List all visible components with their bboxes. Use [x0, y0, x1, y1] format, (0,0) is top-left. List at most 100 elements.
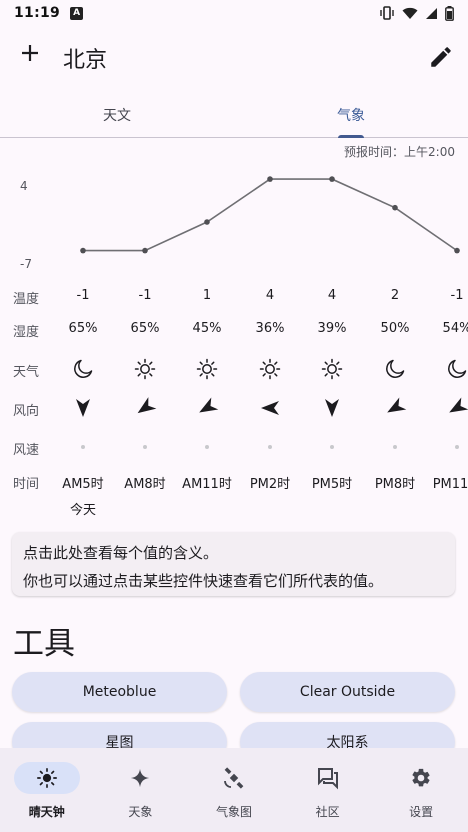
- nav-pill: [295, 762, 361, 794]
- nav-item-community[interactable]: 社区: [281, 748, 375, 832]
- sun-icon: [239, 357, 301, 381]
- wind-speed-dot: [268, 445, 272, 449]
- row-label-time: 时间: [13, 477, 40, 492]
- wind-direction-arrow-icon: [176, 396, 238, 420]
- nav-pill: [201, 762, 267, 794]
- humidity-value: 45%: [192, 321, 222, 336]
- day-label: 今天: [69, 503, 96, 518]
- location-title: 北京: [63, 48, 108, 73]
- moon-icon: [426, 357, 468, 381]
- nav-item-sky-events[interactable]: 天象: [94, 748, 188, 832]
- help-card[interactable]: 点击此处查看每个值的含义。 你也可以通过点击某些控件快速查看它们所代表的值。: [12, 532, 455, 596]
- app-bar: 北京: [0, 34, 468, 84]
- nav-pill: [107, 762, 173, 794]
- help-line-2: 你也可以通过点击某些控件快速查看它们所代表的值。: [23, 572, 384, 590]
- satellite-icon: [224, 767, 244, 789]
- vibrate-icon: [380, 6, 394, 20]
- sun-icon: [176, 357, 238, 381]
- temperature-point: [142, 247, 148, 254]
- tab-bar: 天文 气象: [0, 92, 468, 138]
- row-label-wind-direction: 风向: [13, 404, 40, 419]
- humidity-value: 65%: [130, 321, 160, 336]
- nav-item-weather-maps[interactable]: 气象图: [187, 748, 281, 832]
- temperature-series-line: [83, 178, 458, 252]
- temperature-line: [80, 176, 460, 254]
- nav-label: 气象图: [215, 805, 252, 819]
- temperature-value: 4: [265, 288, 275, 303]
- status-bar: 11:19 A: [0, 0, 468, 26]
- time-value: PM8时: [374, 477, 416, 492]
- nav-pill: [388, 762, 454, 794]
- tab-weather[interactable]: 气象: [234, 92, 468, 138]
- nav-item-clear-sky-clock[interactable]: 晴天钟: [0, 748, 94, 832]
- meteoblue-button[interactable]: Meteoblue: [12, 672, 227, 712]
- notification-app-icon: A: [70, 6, 84, 20]
- time-value: AM11时: [182, 477, 232, 492]
- temperature-value: -1: [138, 288, 152, 303]
- temperature-point: [80, 247, 86, 254]
- wind-speed-dot: [330, 445, 334, 449]
- add-location-button[interactable]: [17, 40, 43, 66]
- temperature-value: -1: [450, 288, 464, 303]
- time-value: PM2时: [249, 477, 291, 492]
- temperature-point: [329, 176, 335, 182]
- wind-speed-dot: [455, 445, 459, 449]
- nav-item-settings[interactable]: 设置: [374, 748, 468, 832]
- temperature-point: [267, 176, 273, 182]
- temperature-point: [454, 247, 460, 254]
- moon-icon: [52, 357, 114, 381]
- temperature-value: 2: [390, 288, 400, 303]
- clear-outside-button[interactable]: Clear Outside: [240, 672, 455, 712]
- wind-speed-dot: [81, 445, 85, 449]
- temperature-value: 1: [202, 288, 212, 303]
- humidity-value: 54%: [442, 321, 468, 336]
- humidity-value: 36%: [255, 321, 285, 336]
- temperature-value: 4: [327, 288, 337, 303]
- wind-direction-arrow-icon: [114, 396, 176, 420]
- nav-label: 天象: [128, 805, 153, 819]
- forecast-issued-time: 预报时间：上午2:00: [344, 145, 455, 159]
- temperature-value: -1: [76, 288, 90, 303]
- plus-icon: [22, 45, 38, 61]
- nav-label: 设置: [409, 805, 434, 819]
- nav-label: 社区: [315, 805, 340, 819]
- moon-icon: [364, 357, 426, 381]
- row-label-wind-speed: 风速: [13, 443, 40, 458]
- temperature-chart[interactable]: 4 -7: [0, 166, 468, 276]
- time-value: PM11时: [432, 477, 468, 492]
- nav-pill: [13, 762, 80, 794]
- bottom-navigation: 晴天钟 天象 气象图 社区 设置: [0, 748, 468, 832]
- wind-speed-dot: [205, 445, 209, 449]
- help-line-1: 点击此处查看每个值的含义。: [23, 544, 219, 562]
- humidity-value: 50%: [380, 321, 410, 336]
- row-label-temperature: 温度: [13, 292, 40, 307]
- row-label-weather: 天气: [13, 365, 40, 380]
- wind-speed-dot: [393, 445, 397, 449]
- row-label-humidity: 湿度: [13, 325, 40, 340]
- signal-icon: [426, 7, 437, 19]
- tools-section-title: 工具: [13, 626, 75, 662]
- wind-direction-arrow-icon: [426, 396, 468, 420]
- wind-direction-arrow-icon: [52, 396, 114, 420]
- status-time: 11:19: [14, 5, 61, 21]
- time-value: AM5时: [62, 477, 104, 492]
- wind-direction-arrow-icon: [301, 396, 363, 420]
- tab-astronomy[interactable]: 天文: [0, 92, 234, 137]
- wind-speed-dot: [143, 445, 147, 449]
- nav-label: 晴天钟: [28, 805, 65, 819]
- gear-icon: [412, 768, 430, 787]
- sun-icon: [301, 357, 363, 381]
- temperature-point: [392, 204, 398, 211]
- wifi-icon: [402, 7, 418, 19]
- time-value: PM5时: [311, 477, 353, 492]
- pencil-icon: [431, 47, 451, 67]
- sun-icon: [36, 768, 57, 788]
- wind-direction-arrow-icon: [364, 396, 426, 420]
- battery-icon: [445, 5, 454, 21]
- sun-icon: [114, 357, 176, 381]
- sparkle-icon: [131, 768, 150, 788]
- forum-icon: [317, 768, 338, 790]
- edit-location-button[interactable]: [428, 44, 454, 70]
- time-value: AM8时: [124, 477, 166, 492]
- humidity-value: 39%: [317, 321, 347, 336]
